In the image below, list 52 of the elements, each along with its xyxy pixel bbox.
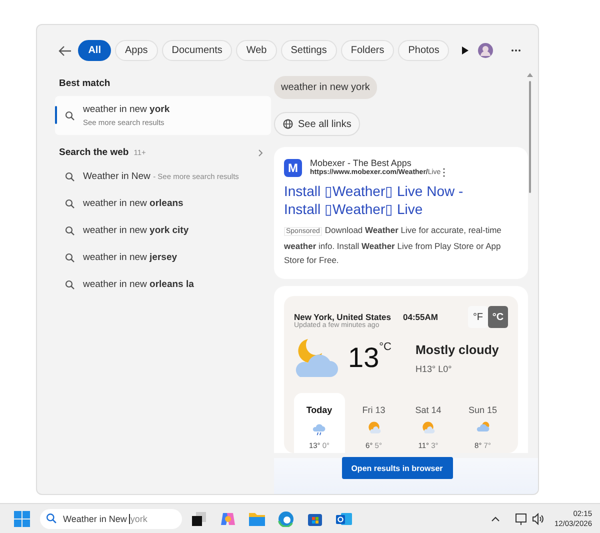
globe-icon (283, 119, 293, 129)
search-suggestion[interactable]: weather in new jersey (83, 252, 178, 263)
filter-tab[interactable]: All (78, 40, 111, 61)
scroll-up-icon[interactable] (527, 73, 533, 77)
site-name: Mobexer - The Best Apps (310, 158, 412, 168)
ad-card[interactable] (274, 147, 528, 279)
result-title: weather in new york (83, 104, 170, 115)
ad-title-link[interactable]: Install ▯Weather▯ Live Now - Install ▯Weather▯ Live (284, 182, 499, 218)
weather-time: 04:55AM (403, 312, 439, 322)
section-heading: Best match (58, 78, 112, 89)
search-icon (65, 110, 75, 120)
weather-condition: Mostly cloudy (416, 342, 499, 356)
query-chip[interactable]: weather in new york (274, 76, 377, 99)
see-all-links-button[interactable]: See all links (274, 112, 360, 136)
filter-tab[interactable]: Documents (162, 40, 232, 61)
task-view-icon (192, 512, 206, 526)
back-arrow-icon (58, 44, 72, 56)
scrollbar[interactable] (527, 73, 533, 193)
temperature: 13 (348, 342, 380, 374)
search-icon (65, 198, 75, 208)
filter-tab[interactable]: Folders (340, 40, 394, 61)
avatar-icon[interactable] (478, 43, 494, 58)
more-icon (510, 49, 521, 52)
section-heading: Search the web (59, 147, 129, 158)
search-icon (65, 226, 75, 236)
taskbar-search-field[interactable]: Weather in New york (40, 508, 182, 528)
more-icon[interactable] (442, 168, 445, 177)
unit-toggle[interactable]: °F (468, 306, 488, 328)
site-logo: M (284, 158, 302, 176)
network-icon[interactable] (515, 512, 528, 524)
search-suggestion[interactable]: weather in new orleans (83, 198, 184, 209)
search-suggestion[interactable]: weather in new orleans la (83, 279, 194, 290)
filter-tab[interactable]: Web (236, 40, 277, 61)
speaker-icon[interactable] (532, 512, 544, 524)
sun-cloud-icon (420, 420, 436, 436)
moon-cloud-icon (294, 337, 340, 379)
open-in-browser-button[interactable]: Open results in browser (342, 457, 452, 479)
weather-location: New York, United States (294, 312, 391, 322)
filter-tab[interactable]: Settings (280, 40, 337, 61)
high-low-temperature: H13° L0° (416, 364, 453, 374)
unit-toggle[interactable]: °C (488, 306, 508, 328)
play-icon (460, 46, 469, 55)
temperature-unit: °C (379, 341, 392, 353)
search-icon (65, 280, 75, 290)
search-icon (65, 172, 75, 182)
search-suggestion[interactable]: weather in new york city (83, 225, 189, 236)
filter-tab[interactable]: Photos (398, 40, 450, 61)
chevron-right-icon[interactable] (258, 148, 263, 156)
sun-cloud-icon (366, 420, 382, 436)
search-icon (65, 252, 75, 262)
filter-tab[interactable]: Apps (114, 40, 158, 61)
search-icon (46, 513, 57, 524)
